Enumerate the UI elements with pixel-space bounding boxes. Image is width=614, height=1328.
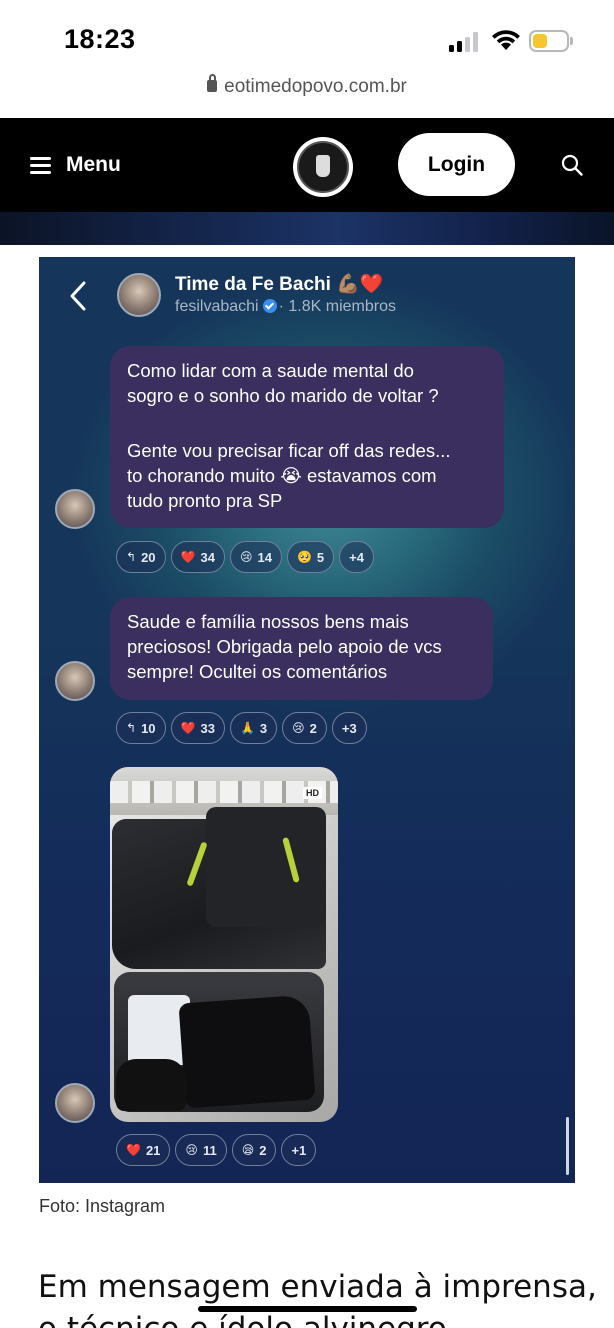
lock-icon	[207, 74, 218, 92]
reply-count-pill: ↰ 10	[116, 712, 166, 744]
message-line: Como lidar com a saude mental do	[127, 360, 414, 381]
reaction-pill: 😢 14	[229, 541, 282, 573]
luggage-photo: HD	[110, 767, 338, 1122]
channel-title: Time da Fe Bachi 💪🏽❤️	[175, 274, 384, 295]
verified-badge-icon	[262, 299, 277, 313]
reaction-row: ↰ 10 ❤️ 33 🙏 3 😢 2 +3	[116, 712, 367, 744]
reaction-pill: 😪 2	[231, 1134, 277, 1166]
url-bar[interactable]: eotimedopovo.com.br	[0, 74, 614, 106]
channel-members: · 1.8K miembros	[278, 298, 396, 315]
more-reactions-pill: +3	[331, 712, 367, 744]
reaction-pill: 🙏 3	[229, 712, 278, 744]
scroll-indicator	[566, 1117, 569, 1175]
site-header: Menu Login	[0, 118, 614, 212]
cellular-signal-icon	[449, 32, 481, 52]
site-logo[interactable]	[293, 137, 353, 197]
home-indicator[interactable]	[198, 1306, 417, 1312]
message-bubble: Saude e família nossos bens mais precios…	[110, 597, 493, 700]
message-line: sogro e o sonho do marido de voltar ?	[127, 385, 439, 406]
message-bubble: Como lidar com a saude mental do sogro e…	[110, 346, 504, 528]
sender-avatar	[55, 661, 95, 701]
sleepy-face-icon: 😪	[241, 1143, 255, 1157]
article-paragraph: Em mensagem enviada à imprensa, o técnic…	[38, 1269, 597, 1328]
back-chevron-icon	[70, 281, 86, 311]
more-reactions-pill: +4	[339, 541, 374, 573]
channel-handle: fesilvabachi	[175, 298, 259, 315]
pleading-face-icon: 🥺	[296, 550, 312, 564]
message-line: Saude e família nossos bens mais	[127, 611, 409, 632]
chat-screenshot-image: Time da Fe Bachi 💪🏽❤️ fesilvabachi · 1.8K…	[39, 257, 575, 1183]
more-reactions-pill: +1	[281, 1134, 317, 1166]
sender-avatar	[55, 1083, 95, 1123]
praying-hands-icon: 🙏	[239, 721, 255, 735]
reaction-pill: 😢 11	[175, 1134, 227, 1166]
reaction-pill: 🥺 5	[286, 541, 335, 573]
reaction-row: ↰ 20 ❤️ 34 😢 14 🥺 5 +4	[116, 541, 374, 573]
menu-button[interactable]: Menu	[30, 152, 121, 178]
image-caption: Foto: Instagram	[39, 1196, 166, 1216]
crying-face-icon: 😢	[185, 1143, 198, 1157]
message-line: Gente vou precisar ficar off das redes..…	[127, 440, 451, 461]
status-bar: 18:23	[0, 0, 614, 70]
sender-avatar	[55, 489, 95, 529]
crying-face-icon: 😢	[239, 550, 253, 564]
url-text: eotimedopovo.com.br	[224, 76, 407, 97]
reaction-pill: ❤️ 21	[116, 1134, 171, 1166]
heart-icon: ❤️	[126, 1143, 141, 1157]
message-line: sempre! Ocultei os comentários	[127, 661, 388, 682]
hamburger-icon	[30, 157, 51, 174]
reply-count-pill: ↰ 20	[116, 541, 166, 573]
reaction-row: ❤️ 21 😢 11 😪 2 +1	[116, 1134, 317, 1166]
menu-label: Menu	[66, 153, 121, 176]
heart-icon: ❤️	[180, 721, 196, 735]
status-time: 18:23	[64, 24, 136, 54]
message-line: to chorando muito 😭 estavamos com	[127, 465, 437, 486]
reaction-pill: ❤️ 33	[170, 712, 225, 744]
login-button[interactable]: Login	[398, 133, 515, 196]
crying-face-icon: 😢	[292, 721, 305, 735]
reply-icon: ↰	[126, 550, 137, 564]
hd-badge: HD	[303, 787, 322, 799]
search-icon[interactable]	[560, 153, 584, 177]
channel-avatar	[117, 273, 161, 317]
heart-icon: ❤️	[180, 550, 196, 564]
channel-subtitle: fesilvabachi · 1.8K miembros	[175, 298, 396, 316]
reaction-pill: 😢 2	[282, 712, 327, 744]
battery-icon	[529, 30, 573, 52]
hero-image-strip	[0, 212, 614, 245]
message-line: preciosos! Obrigada pelo apoio de vcs	[127, 636, 442, 657]
message-line: tudo pronto pra SP	[127, 490, 283, 511]
wifi-icon	[492, 30, 520, 50]
reply-icon: ↰	[126, 721, 137, 735]
reaction-pill: ❤️ 34	[170, 541, 225, 573]
